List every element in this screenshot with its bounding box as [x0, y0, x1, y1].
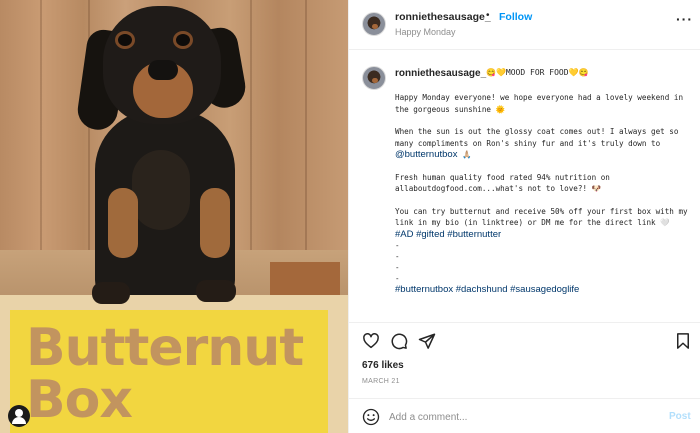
caption-paragraph: Happy Monday everyone! we hope everyone …: [395, 93, 684, 114]
follow-button[interactable]: Follow: [499, 11, 532, 23]
box-text-line: Butternut: [26, 318, 304, 378]
dog-paw: [92, 282, 130, 304]
post-details-panel: ronniethesausage_ • Follow Happy Monday …: [348, 0, 700, 433]
caption-dashes: - - - -: [395, 240, 695, 284]
dog-eye: [118, 34, 132, 46]
caption-section: ronniethesausage_ 😋💛MOOD FOR FOOD💛😋 Happ…: [349, 58, 700, 318]
avatar[interactable]: [362, 66, 386, 90]
caption-text: When the sun is out the glossy coat come…: [395, 127, 679, 148]
comment-icon[interactable]: [390, 332, 408, 350]
post-date[interactable]: MARCH 21: [362, 378, 400, 385]
dog-paw: [196, 280, 236, 302]
smiley-icon[interactable]: [362, 408, 380, 426]
tagged-users-icon[interactable]: [8, 405, 30, 427]
dog-leg: [200, 188, 230, 258]
comment-bar: Post: [349, 398, 700, 433]
dog-nose: [148, 60, 178, 80]
hashtag-links[interactable]: #AD #gifted #butternutter: [395, 229, 695, 241]
post-button[interactable]: Post: [669, 411, 691, 422]
post-header: ronniethesausage_ • Follow Happy Monday …: [349, 0, 700, 50]
caption-title: 😋💛MOOD FOR FOOD💛😋: [486, 68, 589, 77]
header-username[interactable]: ronniethesausage_: [395, 11, 491, 23]
background-box: [270, 262, 340, 298]
location-label[interactable]: Happy Monday: [395, 27, 456, 37]
dash-line: -: [395, 274, 400, 283]
caption-paragraph: You can try butternut and receive 50% of…: [395, 206, 688, 228]
hashtag-links[interactable]: #butternutbox #dachshund #sausagedoglife: [395, 284, 695, 296]
action-bar: [349, 322, 700, 358]
dash-line: -: [395, 263, 400, 272]
dash-line: -: [395, 252, 400, 261]
post-photo[interactable]: Butternut Box: [0, 0, 348, 433]
box-text-line: Box: [26, 370, 133, 430]
caption-paragraph: Fresh human quality food rated 94% nutri…: [395, 172, 610, 194]
separator-dot: •: [486, 10, 490, 21]
likes-count[interactable]: 676 likes: [362, 360, 404, 371]
box-brand-text: Butternut Box: [26, 322, 326, 426]
caption-paragraph: When the sun is out the glossy coat come…: [395, 126, 695, 161]
caption-emoji: 🙏🏼: [457, 150, 472, 159]
avatar[interactable]: [362, 12, 386, 36]
dog-eye: [176, 34, 190, 46]
caption-body: Happy Monday everyone! we hope everyone …: [395, 92, 695, 296]
dash-line: -: [395, 241, 400, 250]
more-options-icon[interactable]: ···: [676, 11, 693, 27]
comment-input[interactable]: [389, 408, 649, 426]
dog-chest: [132, 150, 190, 230]
heart-icon[interactable]: [362, 332, 380, 350]
dog-leg: [108, 188, 138, 258]
mention-link[interactable]: @butternutbox: [395, 149, 457, 160]
caption-username[interactable]: ronniethesausage_: [395, 68, 486, 79]
bookmark-icon[interactable]: [674, 332, 692, 350]
paper-plane-icon[interactable]: [418, 332, 436, 350]
